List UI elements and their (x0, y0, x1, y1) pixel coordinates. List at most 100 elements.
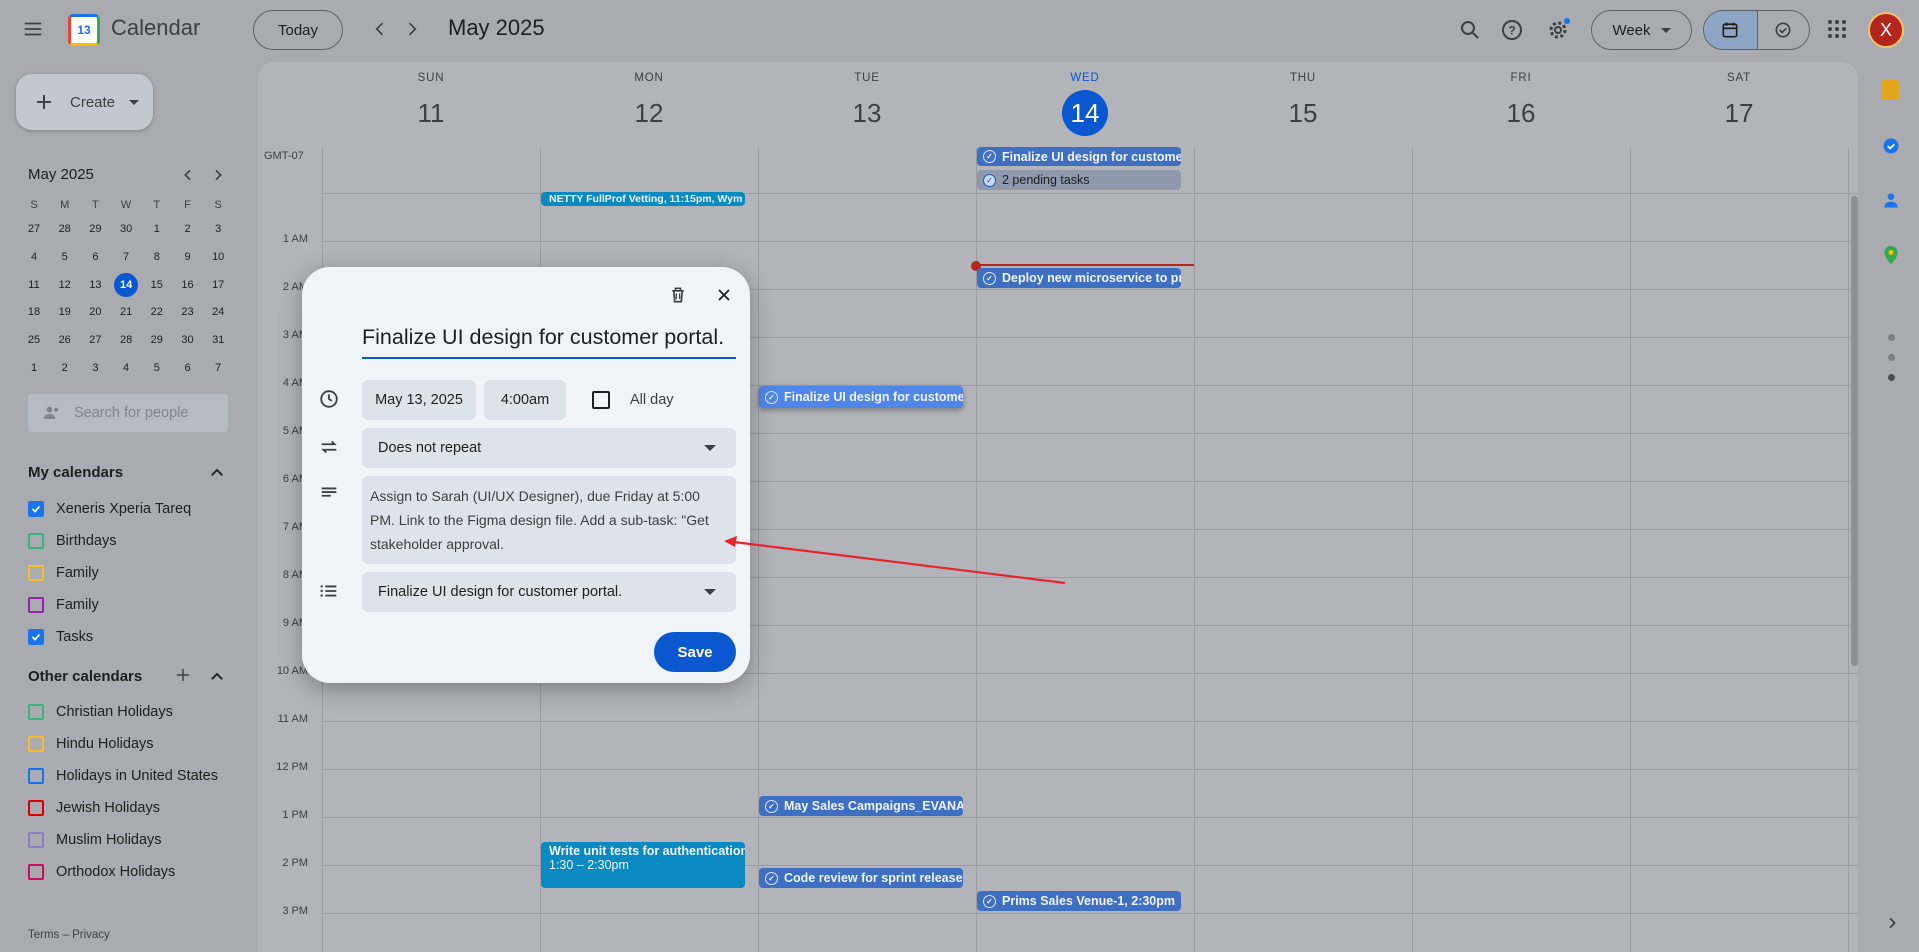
mini-calendar-day[interactable]: 28 (53, 217, 77, 241)
checkbox[interactable] (28, 832, 44, 848)
prev-week-icon[interactable] (370, 19, 390, 39)
description-textarea[interactable]: Assign to Sarah (UI/UX Designer), due Fr… (362, 476, 736, 564)
search-icon[interactable] (1458, 18, 1482, 42)
contacts-icon[interactable] (1881, 190, 1901, 210)
checkbox[interactable] (28, 800, 44, 816)
repeat-select[interactable]: Does not repeat (362, 428, 736, 468)
date-field[interactable]: May 13, 2025 (362, 380, 476, 420)
mini-calendar-day[interactable]: 6 (83, 245, 107, 269)
mini-calendar-day[interactable]: 15 (145, 273, 169, 297)
all-day-checkbox[interactable] (592, 391, 610, 409)
mini-calendar-day[interactable]: 25 (22, 328, 46, 352)
calendar-item[interactable]: Tasks (28, 625, 93, 649)
mini-calendar-day[interactable]: 19 (53, 300, 77, 324)
mini-calendar-day[interactable]: 11 (22, 273, 46, 297)
mini-calendar-day[interactable]: 30 (176, 328, 200, 352)
calendar-item[interactable]: Xeneris Xperia Tareq (28, 497, 191, 521)
mini-calendar-day[interactable]: 27 (22, 217, 46, 241)
search-people-field[interactable]: Search for people (28, 394, 228, 432)
tasks-view-toggle[interactable] (1756, 11, 1810, 49)
mini-calendar-day[interactable]: 12 (53, 273, 77, 297)
calendar-item[interactable]: Family (28, 593, 99, 617)
keep-icon[interactable] (1881, 80, 1899, 100)
calendar-item[interactable]: Family (28, 561, 99, 585)
mini-calendar-day[interactable]: 30 (114, 217, 138, 241)
day-header[interactable]: MON 12 (540, 62, 758, 136)
save-button[interactable]: Save (654, 632, 736, 672)
maps-icon[interactable] (1881, 244, 1901, 266)
task-list-select[interactable]: Finalize UI design for customer portal. (362, 572, 736, 612)
checkbox[interactable] (28, 704, 44, 720)
main-menu-icon[interactable] (22, 18, 44, 40)
mini-calendar-day[interactable]: 2 (176, 217, 200, 241)
day-header[interactable]: THU 15 (1194, 62, 1412, 136)
may-sales-event[interactable]: ✓ May Sales Campaigns_EVANA_2 (759, 796, 963, 816)
settings-gear-icon[interactable] (1546, 18, 1570, 42)
create-button[interactable]: Create (16, 74, 153, 130)
mini-prev-month-icon[interactable] (180, 167, 196, 183)
mini-calendar-day[interactable]: 23 (176, 300, 200, 324)
mini-calendar-day[interactable]: 5 (53, 245, 77, 269)
calendar-item[interactable]: Orthodox Holidays (28, 860, 175, 884)
checked-checkbox[interactable] (28, 501, 44, 517)
task-title-input[interactable]: Finalize UI design for customer portal. (362, 325, 736, 359)
day-header[interactable]: WED 14 (976, 62, 1194, 136)
view-selector[interactable]: Week (1591, 10, 1692, 50)
mini-calendar-day[interactable]: 2 (53, 356, 77, 380)
calendar-item[interactable]: Muslim Holidays (28, 828, 162, 852)
calendar-item[interactable]: Holidays in United States (28, 764, 218, 788)
finalize-ui-task-event[interactable]: ✓ Finalize UI design for customer portal. (759, 386, 963, 408)
today-button[interactable]: Today (253, 10, 343, 50)
mini-calendar-day[interactable]: 24 (206, 300, 230, 324)
mini-calendar-day[interactable]: 18 (22, 300, 46, 324)
mini-calendar-day[interactable]: 29 (145, 328, 169, 352)
delete-icon[interactable] (668, 285, 688, 305)
mini-calendar-day[interactable]: 16 (176, 273, 200, 297)
collapse-chevron-icon[interactable] (208, 668, 226, 686)
checkbox[interactable] (28, 533, 44, 549)
day-header[interactable]: SAT 17 (1630, 62, 1848, 136)
checkbox[interactable] (28, 864, 44, 880)
calendar-item[interactable]: Christian Holidays (28, 700, 173, 724)
tasks-icon[interactable] (1881, 136, 1901, 156)
checkbox[interactable] (28, 565, 44, 581)
mini-calendar-day[interactable]: 29 (83, 217, 107, 241)
checked-checkbox[interactable] (28, 629, 44, 645)
mini-calendar-day[interactable]: 4 (22, 245, 46, 269)
prims-sales-event[interactable]: ✓ Prims Sales Venue-1, 2:30pm (977, 891, 1181, 911)
mini-calendar-day[interactable]: 21 (114, 300, 138, 324)
next-week-icon[interactable] (402, 19, 422, 39)
close-icon[interactable] (714, 285, 734, 305)
help-icon[interactable]: ? (1500, 18, 1524, 42)
mini-calendar-day[interactable]: 22 (145, 300, 169, 324)
mini-calendar-day[interactable]: 17 (206, 273, 230, 297)
add-calendar-icon[interactable] (174, 666, 192, 684)
mini-calendar-day[interactable]: 28 (114, 328, 138, 352)
mini-calendar-day[interactable]: 7 (206, 356, 230, 380)
calendar-item[interactable]: Hindu Holidays (28, 732, 154, 756)
mini-calendar-day[interactable]: 20 (83, 300, 107, 324)
checkbox[interactable] (28, 768, 44, 784)
mini-calendar-day[interactable]: 4 (114, 356, 138, 380)
calendar-item[interactable]: Jewish Holidays (28, 796, 160, 820)
mini-calendar-day[interactable]: 6 (176, 356, 200, 380)
mini-calendar-day[interactable]: 10 (206, 245, 230, 269)
day-header[interactable]: FRI 16 (1412, 62, 1630, 136)
netty-event[interactable]: NETTY FullProf Vetting, 11:15pm, Wym (541, 192, 745, 206)
mini-calendar-day[interactable]: 7 (114, 245, 138, 269)
terms-privacy-link[interactable]: Terms – Privacy (28, 929, 110, 941)
allday-task-event[interactable]: ✓ Finalize UI design for customer portal. (977, 147, 1181, 166)
collapse-chevron-icon[interactable] (208, 464, 226, 482)
checkbox[interactable] (28, 597, 44, 613)
mini-calendar-day[interactable]: 26 (53, 328, 77, 352)
mini-calendar-day[interactable]: 9 (176, 245, 200, 269)
mini-calendar-day[interactable]: 1 (22, 356, 46, 380)
day-header[interactable]: TUE 13 (758, 62, 976, 136)
mini-calendar-day[interactable]: 8 (145, 245, 169, 269)
code-review-event[interactable]: ✓ Code review for sprint release v (759, 868, 963, 888)
mini-calendar-day[interactable]: 3 (83, 356, 107, 380)
unit-tests-event[interactable]: Write unit tests for authentication 1:30… (541, 842, 745, 888)
mini-calendar-day[interactable]: 31 (206, 328, 230, 352)
mini-calendar-day[interactable]: 27 (83, 328, 107, 352)
pending-tasks-chip[interactable]: ✓ 2 pending tasks (977, 170, 1181, 190)
